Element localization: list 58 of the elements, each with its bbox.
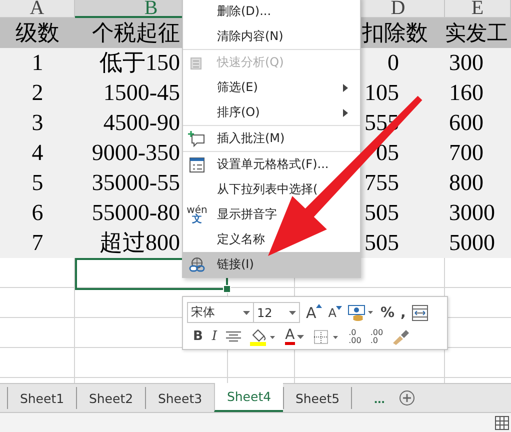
sheet-tab[interactable]: Sheet1 bbox=[7, 387, 76, 409]
table-cell: 5 bbox=[0, 168, 75, 198]
shrink-font-button[interactable]: A bbox=[328, 306, 342, 320]
table-cell: 7 bbox=[0, 228, 75, 258]
menu-item[interactable]: 插入批注(M) bbox=[183, 126, 360, 152]
font-dropdown[interactable]: 宋体 bbox=[187, 302, 254, 323]
sheet-tab[interactable]: Sheet4 bbox=[214, 383, 283, 412]
currency-format-icon[interactable] bbox=[348, 304, 374, 320]
normal-view-icon[interactable] bbox=[495, 416, 509, 430]
decrease-decimal-button[interactable]: .00 .0 bbox=[370, 328, 384, 344]
menu-item[interactable]: 链接(I) bbox=[183, 252, 360, 277]
table-cell: 6 bbox=[0, 198, 75, 228]
grow-font-button[interactable]: A bbox=[306, 304, 322, 322]
comment-icon bbox=[188, 130, 206, 148]
italic-button[interactable]: I bbox=[212, 329, 218, 344]
table-icon[interactable] bbox=[412, 304, 428, 320]
caret-icon bbox=[243, 310, 250, 314]
link-icon bbox=[188, 257, 206, 273]
table-cell: 300 bbox=[445, 48, 511, 78]
caret-icon bbox=[296, 334, 305, 338]
borders-icon[interactable] bbox=[314, 330, 340, 344]
table-cell: 700 bbox=[445, 138, 511, 168]
format-button[interactable]: % bbox=[380, 304, 395, 320]
table-cell: 3 bbox=[0, 108, 75, 138]
down-triangle-icon bbox=[336, 306, 342, 310]
table-cell: 5000 bbox=[445, 228, 511, 258]
bold-button[interactable]: B bbox=[193, 329, 203, 344]
add-sheet-icon[interactable] bbox=[398, 390, 415, 406]
fill-handle[interactable] bbox=[223, 285, 231, 293]
table-cell: 4 bbox=[0, 138, 75, 168]
submenu-arrow-icon bbox=[343, 84, 348, 92]
fill-color-icon[interactable] bbox=[250, 328, 276, 346]
sheet-tab[interactable]: Sheet2 bbox=[76, 387, 145, 409]
table-cell: 3000 bbox=[445, 198, 511, 228]
increase-decimal-button[interactable]: .0 .00 bbox=[348, 328, 362, 344]
table-cell: 2 bbox=[0, 78, 75, 108]
sheet-tab[interactable]: Sheet5 bbox=[283, 387, 352, 409]
font-size-dropdown[interactable]: 12 bbox=[253, 302, 300, 323]
table-header-cell: 实发工 bbox=[445, 18, 511, 48]
up-triangle-icon bbox=[316, 304, 322, 308]
table-cell: 1 bbox=[0, 48, 75, 78]
format-button[interactable]: , bbox=[400, 304, 406, 320]
font-color-button[interactable]: A bbox=[285, 328, 305, 345]
table-cell: 600 bbox=[445, 108, 511, 138]
align-center-icon[interactable] bbox=[226, 330, 242, 342]
menu-item[interactable]: 排序(O) bbox=[183, 100, 360, 126]
format-painter-icon[interactable] bbox=[392, 328, 410, 344]
column-header[interactable]: A bbox=[0, 0, 75, 18]
column-header[interactable]: E bbox=[445, 0, 511, 18]
submenu-arrow-icon bbox=[343, 109, 348, 117]
table-cell: 800 bbox=[445, 168, 511, 198]
table-header-cell: 级数 bbox=[0, 18, 75, 48]
menu-item[interactable]: 清除内容(N) bbox=[183, 24, 360, 50]
pinyin-icon: wén 文 bbox=[186, 206, 208, 224]
format-cells-icon bbox=[189, 157, 205, 173]
more-sheets-button[interactable]: ... bbox=[374, 384, 385, 412]
caret-icon bbox=[289, 310, 296, 314]
table-cell: 160 bbox=[445, 78, 511, 108]
